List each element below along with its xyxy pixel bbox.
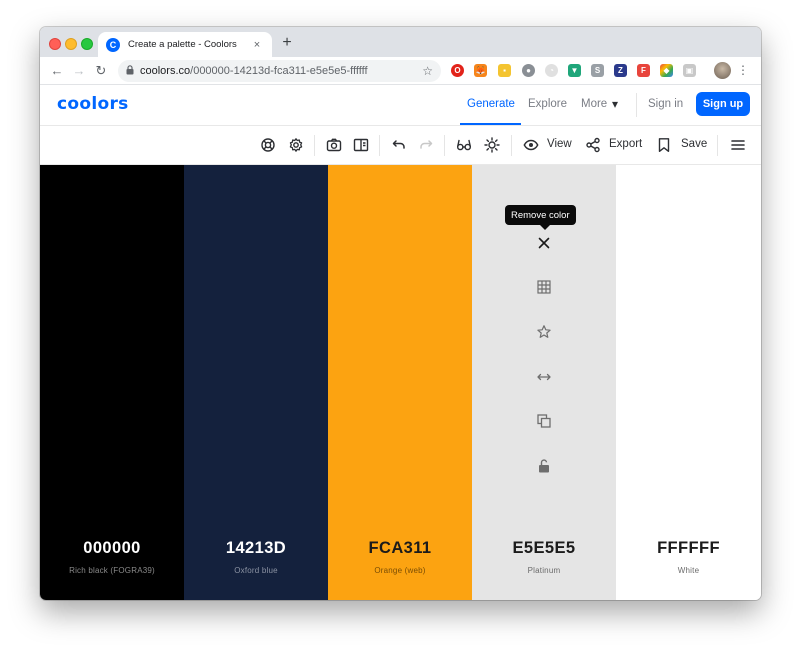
toolbar-divider (511, 135, 512, 156)
color-column[interactable]: 14213D Oxford blue (184, 165, 328, 600)
color-column[interactable]: FFFFFF White (616, 165, 761, 600)
close-window-button[interactable] (49, 38, 61, 50)
color-hex[interactable]: E5E5E5 (472, 539, 616, 558)
tab-close-icon[interactable]: × (250, 39, 264, 51)
coolors-favicon-icon: C (106, 37, 120, 52)
color-name[interactable]: Oxford blue (184, 566, 328, 575)
toolbar-divider (444, 135, 445, 156)
color-name[interactable]: Platinum (472, 566, 616, 575)
bookmark-icon[interactable] (656, 137, 672, 153)
color-hex[interactable]: 14213D (184, 539, 328, 558)
copy-icon[interactable] (536, 413, 552, 429)
camera-icon[interactable] (326, 137, 342, 153)
circle-extension-icon[interactable]: ● (522, 64, 535, 77)
opera-extension-icon[interactable]: O (451, 64, 464, 77)
browser-menu-icon[interactable]: ⋮ (737, 63, 749, 77)
metamask-extension-icon[interactable]: 🦊 (474, 64, 487, 77)
app-header: coolors Generate Explore More ▾ Sign in … (40, 85, 761, 126)
color-hex[interactable]: FCA311 (328, 539, 472, 558)
palette-toolbar: View Export Save (40, 126, 761, 165)
url-text: coolors.co/000000-14213d-fca311-e5e5e5-f… (140, 65, 422, 77)
nav-explore[interactable]: Explore (528, 98, 567, 110)
nav-generate[interactable]: Generate (467, 98, 515, 110)
hamburger-menu-icon[interactable] (730, 137, 746, 153)
tooltip-arrow (540, 225, 550, 230)
signup-button[interactable]: Sign up (696, 92, 750, 116)
cloud-extension-icon[interactable]: ◔ (545, 64, 558, 77)
chevron-down-icon[interactable]: ▾ (612, 97, 618, 111)
maximize-window-button[interactable] (81, 38, 93, 50)
color-name[interactable]: White (616, 566, 761, 575)
minimize-window-button[interactable] (65, 38, 77, 50)
bookmark-star-icon[interactable]: ☆ (422, 64, 433, 78)
z-extension-icon[interactable]: Z (614, 64, 627, 77)
view-toggle-icon[interactable] (353, 137, 369, 153)
palette: 000000 Rich black (FOGRA39) 14213D Oxfor… (40, 165, 761, 600)
f-extension-icon[interactable]: F (637, 64, 650, 77)
reload-button[interactable]: ↻ (90, 63, 112, 79)
coolors-logo[interactable]: coolors (57, 94, 129, 114)
tab-title: Create a palette - Coolors (128, 39, 237, 50)
color-column[interactable]: 000000 Rich black (FOGRA39) (40, 165, 184, 600)
lock-icon[interactable] (536, 458, 552, 474)
color-extension-icon[interactable]: ◆ (660, 64, 673, 77)
color-name[interactable]: Orange (web) (328, 566, 472, 575)
url-path: /000000-14213d-fca311-e5e5e5-ffffff (190, 65, 368, 77)
export-button[interactable]: Export (609, 138, 642, 150)
eye-icon[interactable] (523, 137, 539, 153)
color-name[interactable]: Rich black (FOGRA39) (40, 566, 184, 575)
settings-gear-icon[interactable] (288, 137, 304, 153)
undo-icon[interactable] (391, 137, 407, 153)
color-column[interactable]: FCA311 Orange (web) (328, 165, 472, 600)
tab-strip: C Create a palette - Coolors × + (40, 27, 761, 57)
share-icon[interactable] (585, 137, 601, 153)
lock-icon (126, 65, 134, 77)
address-bar[interactable]: coolors.co/000000-14213d-fca311-e5e5e5-f… (118, 60, 441, 82)
color-hex[interactable]: 000000 (40, 539, 184, 558)
header-divider (636, 93, 637, 117)
forward-button[interactable]: → (68, 63, 90, 78)
toolbar-divider (379, 135, 380, 156)
url-host: coolors.co (140, 65, 191, 77)
save-button[interactable]: Save (681, 138, 707, 150)
vpn-extension-icon[interactable]: ▼ (568, 64, 581, 77)
notes-extension-icon[interactable]: ▪ (498, 64, 511, 77)
brightness-icon[interactable] (484, 137, 500, 153)
new-tab-button[interactable]: + (278, 34, 296, 52)
star-icon[interactable] (536, 324, 552, 340)
color-hex[interactable]: FFFFFF (616, 539, 761, 558)
grid-icon[interactable] (536, 279, 552, 295)
nav-more[interactable]: More (581, 98, 607, 110)
profile-avatar[interactable] (714, 62, 731, 79)
glasses-icon[interactable] (456, 137, 472, 153)
browser-toolbar: ← → ↻ coolors.co/000000-14213d-fca311-e5… (40, 57, 761, 85)
active-nav-indicator (460, 123, 521, 125)
help-icon[interactable] (260, 137, 276, 153)
back-button[interactable]: ← (46, 63, 68, 78)
tooltip: Remove color (505, 205, 576, 225)
color-column[interactable]: Remove color E5E5E5 Platinum (472, 165, 616, 600)
browser-tab[interactable]: C Create a palette - Coolors × (98, 32, 272, 57)
toolbar-divider (314, 135, 315, 156)
screenshot-extension-icon[interactable]: ▣ (683, 64, 696, 77)
signin-link[interactable]: Sign in (648, 98, 683, 110)
drag-handle-icon[interactable] (536, 369, 552, 385)
close-icon[interactable] (536, 235, 552, 251)
toolbar-divider (717, 135, 718, 156)
redo-icon[interactable] (418, 137, 434, 153)
browser-window: C Create a palette - Coolors × + ← → ↻ c… (40, 27, 761, 600)
s-extension-icon[interactable]: S (591, 64, 604, 77)
view-button[interactable]: View (547, 138, 572, 150)
